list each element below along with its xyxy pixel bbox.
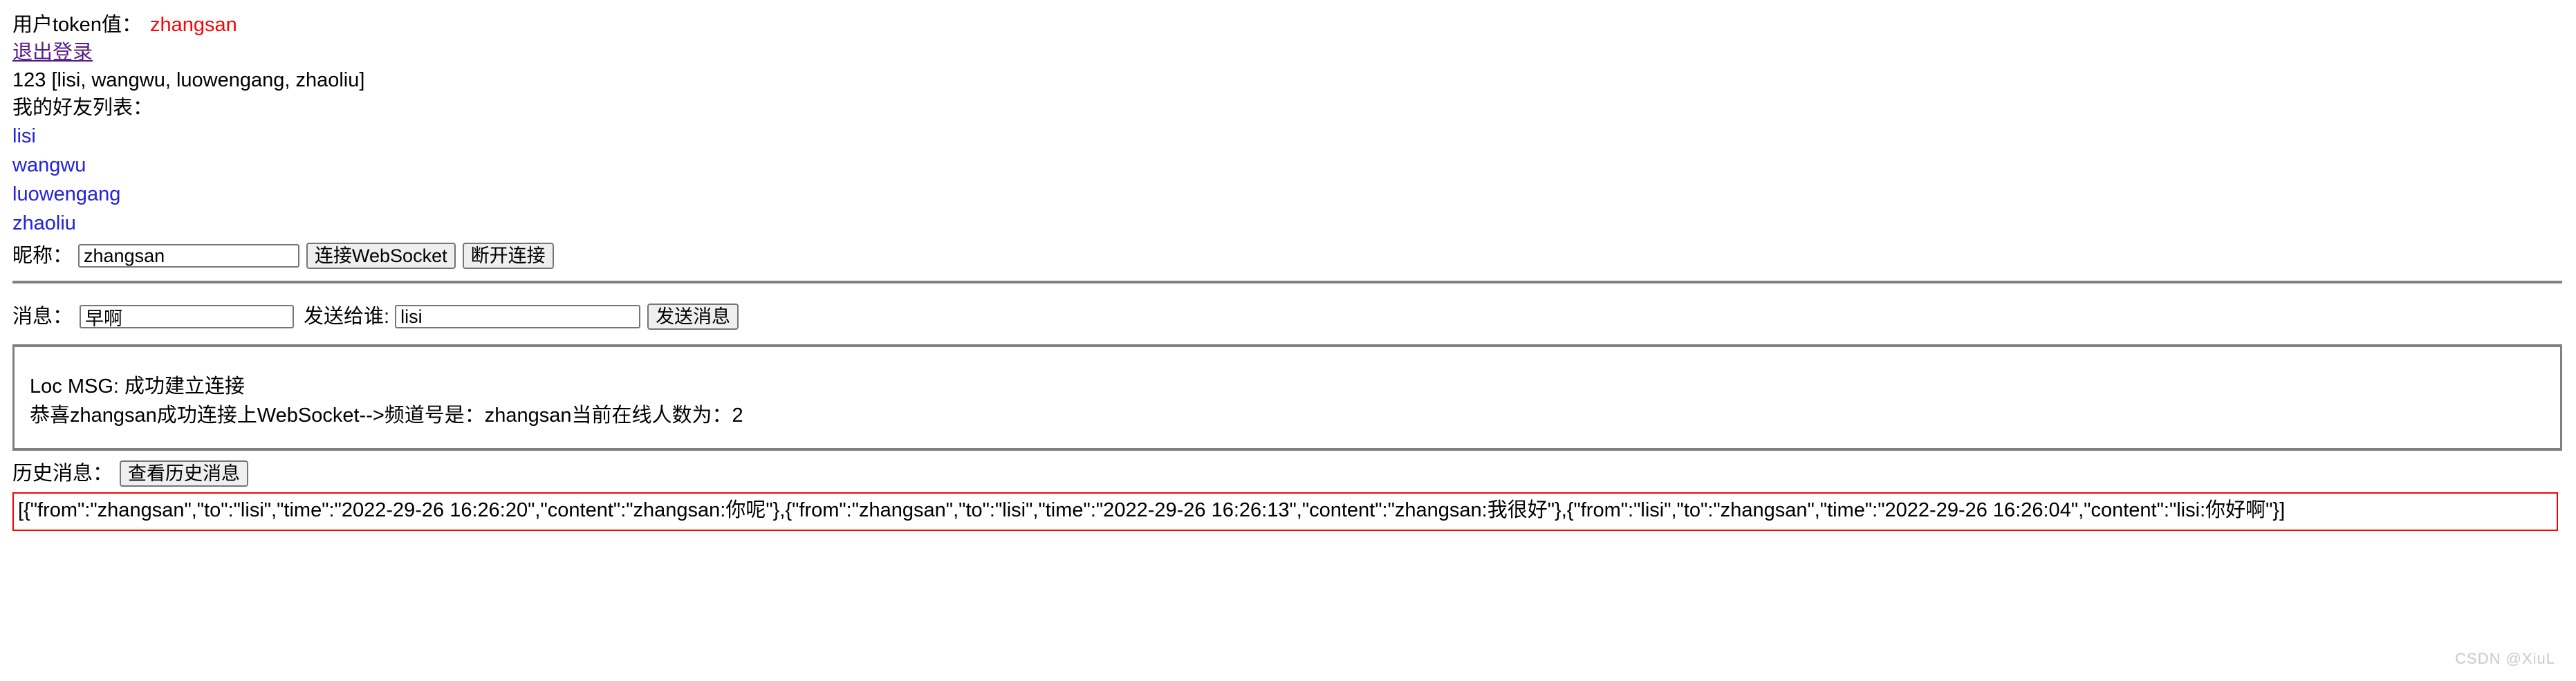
list-item: lisi xyxy=(12,122,2562,151)
target-label: 发送给谁: xyxy=(304,305,390,328)
history-row: 历史消息： 查看历史消息 xyxy=(12,458,2562,489)
friends-title: 我的好友列表： xyxy=(12,96,154,119)
disconnect-button[interactable]: 断开连接 xyxy=(462,243,554,269)
raw-info-line: 123 [lisi, wangwu, luowengang, zhaoliu] xyxy=(12,68,365,91)
view-history-button[interactable]: 查看历史消息 xyxy=(120,460,249,487)
log-panel: Loc MSG: 成功建立连接 恭喜zhangsan成功连接上WebSocket… xyxy=(12,344,2562,451)
message-label: 消息： xyxy=(12,305,73,328)
friend-link-wangwu[interactable]: wangwu xyxy=(12,152,86,178)
list-item: wangwu xyxy=(12,151,2562,180)
target-input[interactable] xyxy=(395,305,641,328)
history-content: [{"from":"zhangsan","to":"lisi","time":"… xyxy=(12,492,2558,532)
list-item: zhaoliu xyxy=(12,209,2562,238)
watermark: CSDN @XiuL xyxy=(2455,649,2555,667)
nickname-input[interactable] xyxy=(78,244,300,268)
log-line: 恭喜zhangsan成功连接上WebSocket-->频道号是：zhangsan… xyxy=(30,404,743,427)
send-row: 消息： 发送给谁: 发送消息 xyxy=(12,301,2562,332)
friend-link-lisi[interactable]: lisi xyxy=(12,123,36,149)
logout-line: 退出登录 xyxy=(12,39,2562,66)
send-message-button[interactable]: 发送消息 xyxy=(647,304,739,330)
page-root: 用户token值： zhangsan 退出登录 123 [lisi, wangw… xyxy=(0,0,2576,532)
nickname-label: 昵称： xyxy=(12,244,73,267)
connect-row: 昵称： 连接WebSocket 断开连接 xyxy=(12,241,2562,271)
list-item: luowengang xyxy=(12,180,2562,209)
log-line: Loc MSG: 成功建立连接 xyxy=(30,375,245,398)
message-input[interactable] xyxy=(80,305,295,328)
friend-link-luowengang[interactable]: luowengang xyxy=(12,181,120,207)
friend-list: lisi wangwu luowengang zhaoliu xyxy=(12,122,2562,238)
connect-websocket-button[interactable]: 连接WebSocket xyxy=(306,243,456,269)
token-label: 用户token值： xyxy=(12,13,142,36)
token-value: zhangsan xyxy=(149,13,237,36)
token-line: 用户token值： zhangsan xyxy=(12,11,2562,39)
friend-link-zhaoliu[interactable]: zhaoliu xyxy=(12,210,76,236)
history-label: 历史消息： xyxy=(12,462,113,485)
logout-link[interactable]: 退出登录 xyxy=(12,39,93,66)
separator-top xyxy=(12,281,2562,283)
